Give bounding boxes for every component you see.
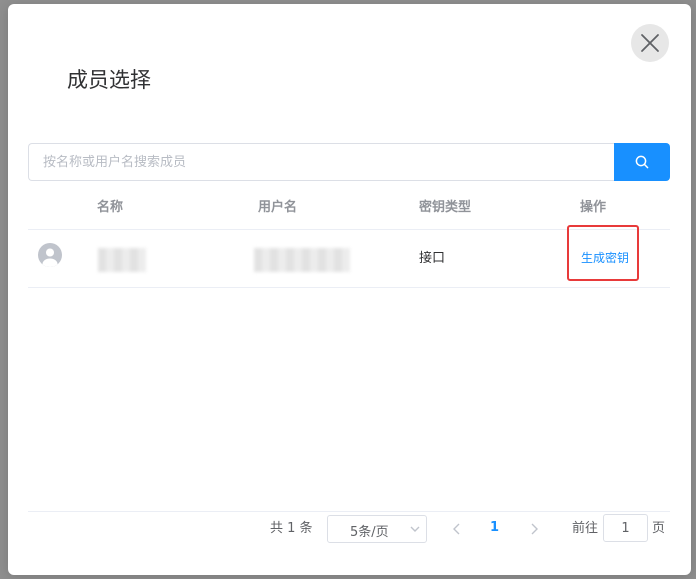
next-page-button[interactable] xyxy=(527,520,541,538)
user-avatar-icon xyxy=(42,248,58,267)
search-bar xyxy=(28,143,670,181)
close-icon xyxy=(641,34,659,52)
member-select-dialog: 成员选择 名称 用户名 密钥类型 操作 接口 生成密钥 共 1 条 xyxy=(8,4,691,575)
search-input[interactable] xyxy=(28,143,614,181)
footer-divider xyxy=(28,511,670,512)
chevron-down-icon xyxy=(410,526,420,532)
goto-page-input[interactable] xyxy=(603,514,648,542)
key-type-cell: 接口 xyxy=(419,251,446,266)
generate-key-link[interactable]: 生成密钥 xyxy=(581,250,629,266)
search-button[interactable] xyxy=(614,143,670,181)
goto-label: 前往 xyxy=(572,521,599,536)
chevron-left-icon xyxy=(453,523,460,535)
search-icon xyxy=(635,155,649,169)
close-button[interactable] xyxy=(631,24,669,62)
chevron-right-icon xyxy=(531,523,538,535)
column-header-username: 用户名 xyxy=(258,200,298,215)
username-cell-redacted xyxy=(254,248,350,272)
column-header-key-type: 密钥类型 xyxy=(419,200,472,215)
row-divider xyxy=(28,287,670,288)
avatar xyxy=(38,243,62,267)
pagination-total: 共 1 条 xyxy=(270,521,313,536)
page-number-1[interactable]: 1 xyxy=(490,520,499,535)
page-size-select[interactable]: 5条/页 xyxy=(327,515,427,543)
page-suffix-label: 页 xyxy=(652,521,666,536)
name-cell-redacted xyxy=(98,248,146,272)
prev-page-button[interactable] xyxy=(450,520,464,538)
page-size-value: 5条/页 xyxy=(350,525,389,540)
column-header-action: 操作 xyxy=(580,200,607,215)
column-header-name: 名称 xyxy=(97,200,124,215)
dialog-title: 成员选择 xyxy=(67,68,151,92)
